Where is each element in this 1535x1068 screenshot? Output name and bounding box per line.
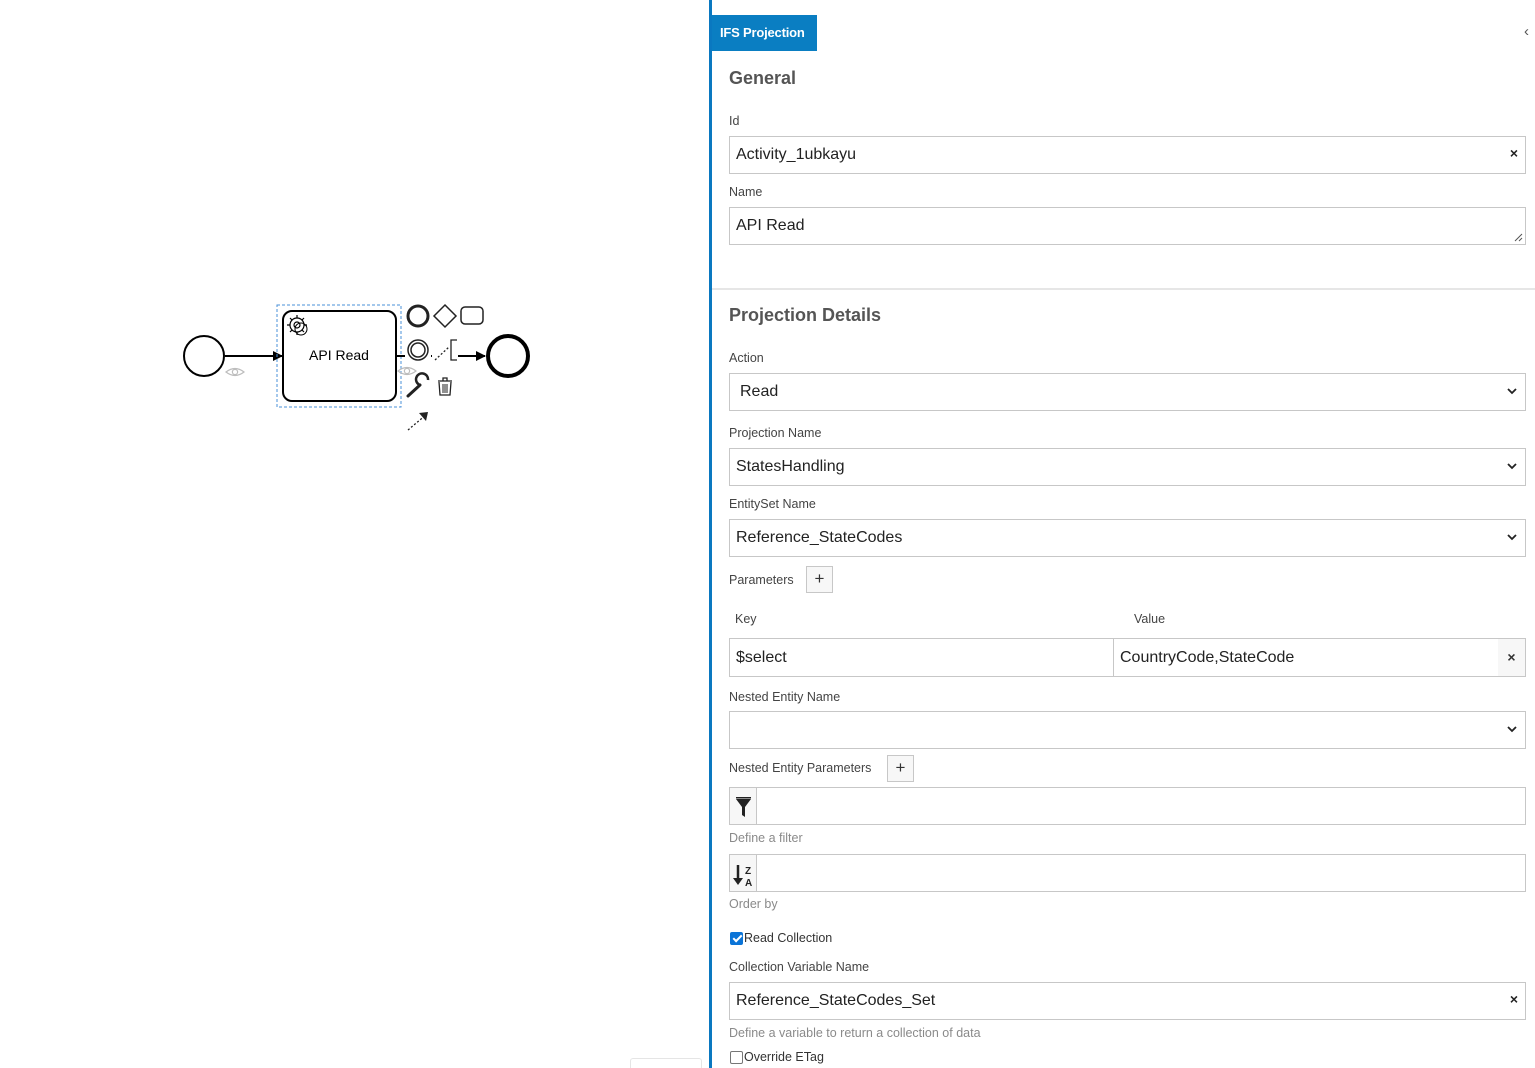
canvas-corner-widget xyxy=(630,1058,702,1068)
action-value: Read xyxy=(740,383,779,400)
name-value: API Read xyxy=(736,217,805,234)
nested-params-label: Nested Entity Parameters xyxy=(729,761,872,775)
diagram-canvas[interactable]: API Read xyxy=(0,0,709,1068)
collection-var-field[interactable]: Reference_StateCodes_Set × xyxy=(729,982,1526,1020)
collapse-panel-icon[interactable]: ‹ xyxy=(1524,23,1529,40)
context-pad xyxy=(397,303,485,434)
gear-icon xyxy=(287,315,308,336)
sort-za-icon: Z A xyxy=(733,865,752,889)
bpmn-diagram[interactable]: API Read xyxy=(0,0,709,1068)
remove-parameter-button[interactable]: × xyxy=(1498,638,1526,677)
id-field[interactable]: Activity_1ubkayu × xyxy=(729,136,1526,174)
orderby-icon-box: Z A xyxy=(730,855,757,891)
chevron-down-icon xyxy=(1507,463,1517,470)
projection-name-select[interactable]: StatesHandling xyxy=(729,448,1526,486)
read-collection-row: Read Collection xyxy=(730,931,832,945)
tab-ifs-projection[interactable]: IFS Projection xyxy=(712,15,817,51)
collection-var-label: Collection Variable Name xyxy=(729,960,870,974)
parameter-key-value: $select xyxy=(736,649,787,666)
chevron-down-icon xyxy=(1507,726,1517,733)
collection-var-value: Reference_StateCodes_Set xyxy=(736,992,936,1009)
resize-handle-icon[interactable] xyxy=(1514,233,1523,242)
end-event[interactable] xyxy=(486,334,530,378)
add-parameter-button[interactable]: + xyxy=(806,566,833,593)
connect-icon[interactable] xyxy=(405,408,431,434)
override-etag-row: Override ETag xyxy=(730,1050,824,1064)
orderby-input[interactable]: Z A xyxy=(729,854,1526,892)
clear-id-icon[interactable]: × xyxy=(1510,145,1518,161)
group-title-general[interactable]: General xyxy=(729,68,796,89)
name-textarea[interactable]: API Read xyxy=(729,207,1526,245)
parameter-row: $select CountryCode,StateCode × xyxy=(729,638,1526,677)
entityset-select[interactable]: Reference_StateCodes xyxy=(729,519,1526,557)
clear-collection-var-icon[interactable]: × xyxy=(1510,991,1518,1007)
chevron-down-icon xyxy=(1507,388,1517,395)
append-task-icon[interactable] xyxy=(459,303,485,329)
eye-icon xyxy=(225,367,245,377)
append-end-event-icon[interactable] xyxy=(405,303,431,329)
override-etag-label[interactable]: Override ETag xyxy=(744,1050,824,1064)
read-collection-label[interactable]: Read Collection xyxy=(744,931,832,945)
nested-entity-select[interactable] xyxy=(729,711,1526,749)
start-event[interactable] xyxy=(183,335,225,377)
projection-name-label: Projection Name xyxy=(729,426,822,440)
filter-hint: Define a filter xyxy=(729,831,803,845)
group-divider xyxy=(712,288,1535,290)
append-gateway-icon[interactable] xyxy=(432,303,458,329)
properties-panel: IFS Projection ‹ General Id Activity_1ub… xyxy=(709,0,1535,1068)
action-select[interactable]: Read xyxy=(729,373,1526,411)
parameter-value-value: CountryCode,StateCode xyxy=(1120,649,1295,666)
append-text-annotation-icon[interactable] xyxy=(432,337,458,363)
filter-icon-box xyxy=(730,788,757,824)
task-label: API Read xyxy=(309,347,369,363)
parameter-value-input[interactable]: CountryCode,StateCode xyxy=(1113,638,1499,677)
key-column-header: Key xyxy=(735,612,757,626)
group-title-projection-details[interactable]: Projection Details xyxy=(729,305,881,326)
orderby-hint: Order by xyxy=(729,897,778,911)
nested-entity-label: Nested Entity Name xyxy=(729,690,841,704)
parameter-key-input[interactable]: $select xyxy=(729,638,1114,677)
value-column-header: Value xyxy=(1134,612,1166,626)
read-collection-checkbox[interactable] xyxy=(730,931,743,945)
svg-text:A: A xyxy=(745,878,752,889)
add-nested-parameter-button[interactable]: + xyxy=(887,755,914,782)
id-value: Activity_1ubkayu xyxy=(736,146,857,163)
override-etag-checkbox[interactable] xyxy=(730,1050,743,1064)
name-label: Name xyxy=(729,185,763,199)
projection-name-value: StatesHandling xyxy=(736,458,845,475)
entityset-value: Reference_StateCodes xyxy=(736,529,903,546)
svg-text:Z: Z xyxy=(745,866,751,877)
filter-icon xyxy=(736,797,751,817)
filter-input[interactable] xyxy=(729,787,1526,825)
parameters-label: Parameters xyxy=(729,573,794,587)
collection-var-hint: Define a variable to return a collection… xyxy=(729,1026,981,1040)
trash-icon[interactable] xyxy=(432,374,458,400)
action-label: Action xyxy=(729,351,764,365)
wrench-icon[interactable] xyxy=(405,372,431,400)
id-label: Id xyxy=(729,114,740,128)
chevron-down-icon xyxy=(1507,534,1517,541)
entityset-label: EntitySet Name xyxy=(729,497,816,511)
append-intermediate-event-icon[interactable] xyxy=(405,337,431,363)
